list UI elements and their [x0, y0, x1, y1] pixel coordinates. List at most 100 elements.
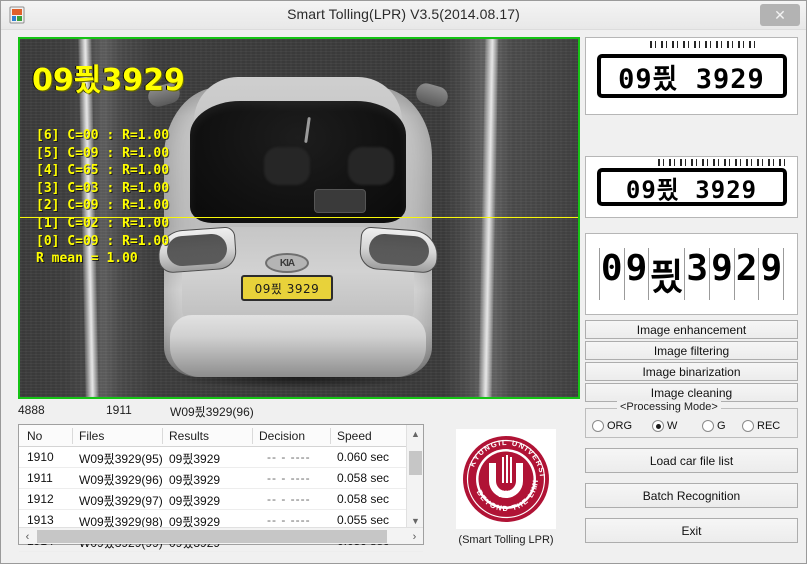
title-bar: Smart Tolling(LPR) V3.5(2014.08.17) ✕	[1, 1, 806, 30]
radio-label-org: ORG	[607, 420, 633, 432]
recognition-line-2: [4] C=65 : R=1.00	[36, 163, 170, 179]
table-cell-fil: W09픴3929(95)	[79, 452, 163, 466]
scroll-left-icon[interactable]: ‹	[19, 528, 36, 545]
plate-crop-pane: 09픴 3929	[585, 37, 798, 115]
vehicle-license-plate: 09픴 3929	[241, 275, 333, 301]
table-cell-spd: 0.058 sec	[337, 492, 390, 506]
horizontal-scrollbar[interactable]: ‹ ›	[19, 527, 423, 544]
vehicle-image: KIA 09픴 3929	[145, 77, 451, 389]
radio-label-w: W	[667, 420, 678, 432]
application-window: Smart Tolling(LPR) V3.5(2014.08.17) ✕ KI…	[0, 0, 807, 564]
vertical-scrollbar[interactable]: ▲ ▼	[406, 425, 423, 529]
radio-label-rec: REC	[757, 420, 781, 432]
kia-badge-icon: KIA	[265, 253, 309, 273]
column-divider[interactable]	[330, 428, 331, 444]
headrest-left	[264, 147, 310, 185]
table-cell-no: 1913	[27, 513, 54, 527]
column-header-decision: Decision	[259, 429, 306, 443]
table-cell-dec: -- - ----	[267, 492, 311, 506]
segmented-char-0: 0	[598, 248, 625, 300]
vertical-scroll-thumb[interactable]	[409, 451, 422, 475]
segmented-char-6: 9	[759, 248, 785, 300]
mirror-right-icon	[413, 80, 451, 110]
load-car-file-list-button[interactable]: Load car file list	[585, 448, 798, 473]
table-header-row: No Files Results Decision Speed	[19, 425, 423, 447]
column-header-results: Results	[169, 429, 210, 443]
segmented-char-5: 2	[735, 248, 760, 300]
column-divider[interactable]	[252, 428, 253, 444]
noise-artifact	[658, 159, 788, 166]
status-current-file: W09픴3929(96)	[170, 405, 254, 419]
column-header-files: Files	[79, 429, 105, 443]
headrest-right	[348, 147, 394, 185]
exit-button[interactable]: Exit	[585, 518, 798, 543]
scroll-up-icon[interactable]: ▲	[407, 425, 424, 442]
wiper-icon	[304, 116, 311, 144]
table-cell-no: 1911	[27, 471, 53, 485]
noise-artifact	[650, 41, 760, 48]
processing-mode-group: <Processing Mode> ORG W G REC	[585, 401, 798, 438]
radio-dot-icon	[742, 420, 754, 432]
vehicle-windshield	[190, 101, 406, 223]
horizontal-scroll-thumb[interactable]	[37, 530, 387, 543]
results-table[interactable]: No Files Results Decision Speed 1910 W09픴…	[18, 424, 424, 552]
image-enhancement-button[interactable]: Image enhancement	[585, 320, 798, 339]
table-row[interactable]: 1910 W09픴3929(95) 09픴3929 -- - ---- 0.060 se…	[19, 447, 423, 468]
table-row[interactable]: 1911 W09픴3929(96) 09픴3929 -- - ---- 0.058 se…	[19, 468, 423, 489]
rearview-mirror	[314, 189, 366, 213]
radio-w[interactable]: W	[652, 420, 677, 432]
svg-text:KIU: KIU	[498, 489, 514, 499]
recognition-line-7: R mean = 1.00	[36, 251, 138, 267]
radio-g[interactable]: G	[702, 420, 726, 432]
plate-number-overlay: 09픴3929	[32, 63, 185, 98]
binarized-plate-1: 09픴 3929	[596, 54, 787, 98]
table-cell-dec: -- - ----	[267, 471, 311, 485]
segmented-characters-pane: 09픴3929	[585, 233, 798, 315]
recognition-line-5: [1] C=02 : R=1.00	[36, 215, 170, 231]
segmented-char-3: 3	[685, 248, 711, 300]
radio-rec[interactable]: REC	[742, 420, 780, 432]
table-cell-spd: 0.055 sec	[337, 513, 390, 527]
image-binarization-button[interactable]: Image binarization	[585, 362, 798, 381]
table-cell-spd: 0.060 sec	[337, 450, 390, 464]
status-current-index: 1911	[106, 403, 132, 417]
table-cell-fil: W09픴3929(97)	[79, 494, 163, 508]
segmented-characters: 09픴3929	[598, 248, 785, 300]
table-row[interactable]: 1912 W09픴3929(97) 09픴3929 -- - ---- 0.058 se…	[19, 489, 423, 510]
table-cell-res: 09픴3929	[169, 473, 221, 487]
table-cell-res: 09픴3929	[169, 494, 221, 508]
column-header-no: No	[27, 429, 43, 443]
segmented-char-1: 9	[625, 248, 650, 300]
recognition-line-6: [0] C=09 : R=1.00	[36, 233, 170, 249]
recognition-line-0: [6] C=00 : R=1.00	[36, 128, 170, 143]
image-filtering-button[interactable]: Image filtering	[585, 341, 798, 360]
recognition-line-1: [5] C=09 : R=1.00	[36, 145, 170, 161]
radio-dot-icon	[592, 420, 604, 432]
image-cleaning-button[interactable]: Image cleaning	[585, 383, 798, 402]
column-divider[interactable]	[72, 428, 73, 444]
radio-label-g: G	[717, 420, 726, 432]
table-cell-fil: W09픴3929(96)	[79, 473, 163, 487]
table-cell-dec: -- - ----	[267, 450, 311, 464]
binarized-plate-pane: 09픴 3929	[585, 156, 798, 218]
table-cell-dec: -- - ----	[267, 513, 311, 527]
recognition-confidence-overlay: [6] C=00 : R=1.00 [5] C=09 : R=1.00 [4] C=…	[36, 127, 169, 268]
scroll-right-icon[interactable]: ›	[406, 528, 423, 545]
segmented-char-4: 9	[710, 248, 735, 300]
radio-org[interactable]: ORG	[592, 420, 632, 432]
recognition-line-3: [3] C=03 : R=1.00	[36, 180, 170, 196]
radio-dot-icon	[652, 420, 664, 432]
vehicle-bumper	[170, 315, 426, 377]
status-row: 4888 1911 W09픴3929(96)	[18, 403, 580, 419]
binarized-plate-2: 09픴 3929	[596, 168, 787, 206]
segmented-char-2: 픴	[649, 248, 686, 300]
batch-recognition-button[interactable]: Batch Recognition	[585, 483, 798, 508]
camera-view[interactable]: KIA 09픴 3929 09픴3929 [6] C=00 : R=1.00 [5…	[18, 37, 580, 399]
column-header-speed: Speed	[337, 429, 372, 443]
recognition-line-4: [2] C=09 : R=1.00	[36, 198, 170, 214]
university-seal-icon: KYUNGIL UNIVERSITY BEYOND THE LIMIT KIU	[457, 426, 552, 525]
close-button[interactable]: ✕	[760, 4, 800, 26]
processing-mode-legend: <Processing Mode>	[617, 401, 721, 413]
column-divider[interactable]	[162, 428, 163, 444]
university-logo: KYUNGIL UNIVERSITY BEYOND THE LIMIT KIU	[456, 426, 556, 529]
